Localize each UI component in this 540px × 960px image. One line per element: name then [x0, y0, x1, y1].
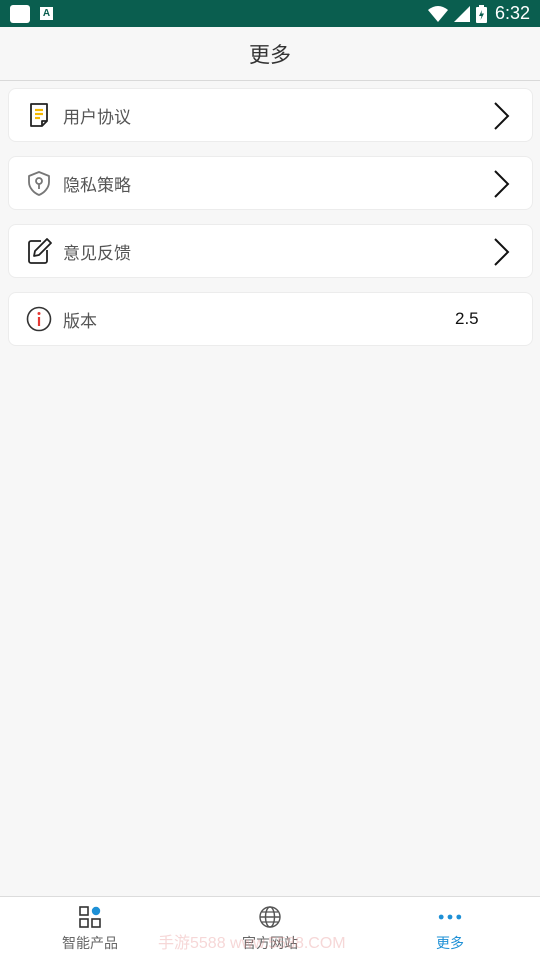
- menu-item-label: 意见反馈: [63, 243, 131, 264]
- wifi-icon: [427, 5, 448, 22]
- chevron-right-icon: [494, 102, 510, 130]
- cell-signal-icon: [453, 5, 470, 22]
- tab-label: 智能产品: [62, 936, 118, 952]
- edit-icon: [25, 237, 53, 265]
- notification-app-icon: [10, 4, 30, 23]
- tab-more[interactable]: 更多: [360, 897, 540, 960]
- menu-item-label: 版本: [63, 311, 97, 332]
- globe-icon: [258, 905, 282, 929]
- chevron-right-icon: [494, 238, 510, 266]
- tab-smart-products[interactable]: 智能产品: [0, 897, 180, 960]
- version-value: 2.5: [455, 309, 479, 328]
- bottom-nav: 智能产品 官方网站 更多: [0, 896, 540, 960]
- document-icon: [25, 101, 53, 129]
- menu-list: 用户协议 隐私策略 意见反馈 版本 2.5: [8, 88, 533, 360]
- page-title: 更多: [249, 42, 291, 67]
- status-bar: A 6:32: [0, 0, 540, 27]
- chevron-right-icon: [494, 170, 510, 198]
- grid-icon: [78, 905, 102, 929]
- version-item: 版本 2.5: [8, 292, 533, 346]
- header: 更多: [0, 27, 540, 81]
- tab-official-website[interactable]: 官方网站: [180, 897, 360, 960]
- tab-label: 更多: [436, 936, 464, 952]
- user-agreement-item[interactable]: 用户协议: [8, 88, 533, 142]
- tab-label: 官方网站: [242, 936, 298, 952]
- battery-icon: [475, 4, 487, 23]
- feedback-item[interactable]: 意见反馈: [8, 224, 533, 278]
- a-notification-icon: A: [40, 7, 53, 20]
- menu-item-label: 隐私策略: [63, 175, 131, 196]
- menu-item-label: 用户协议: [63, 107, 131, 128]
- shield-lock-icon: [25, 169, 53, 197]
- privacy-policy-item[interactable]: 隐私策略: [8, 156, 533, 210]
- clock: 6:32: [494, 3, 530, 23]
- more-dots-icon: [438, 905, 462, 929]
- info-icon: [25, 305, 53, 333]
